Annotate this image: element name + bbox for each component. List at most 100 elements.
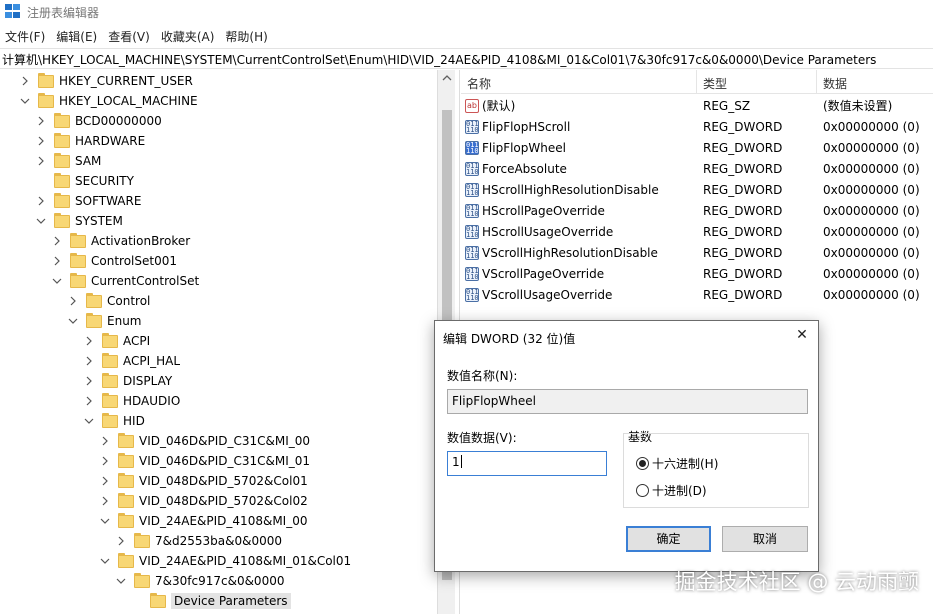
tree-item[interactable]: VID_046D&PID_C31C&MI_00 [100, 431, 310, 451]
tree-item-label: Device Parameters [171, 593, 291, 609]
tree-item[interactable]: Device Parameters [132, 591, 291, 611]
menu-file[interactable]: 文件(F) [0, 26, 51, 46]
tree-item[interactable]: VID_24AE&PID_4108&MI_00 [100, 511, 307, 531]
scroll-up-arrow-icon[interactable] [442, 74, 452, 82]
value-type: REG_DWORD [703, 203, 783, 218]
tree-item[interactable]: HID [84, 411, 145, 431]
chevron-right-icon[interactable] [100, 436, 110, 446]
tree-item[interactable]: ControlSet001 [52, 251, 177, 271]
tree-item[interactable]: HARDWARE [36, 131, 145, 151]
chevron-right-icon[interactable] [52, 236, 62, 246]
tree-item[interactable]: SYSTEM [36, 211, 123, 231]
tree-item[interactable]: ACPI [84, 331, 150, 351]
chevron-right-icon[interactable] [84, 396, 94, 406]
tree-item-label: ControlSet001 [91, 254, 177, 268]
chevron-down-icon[interactable] [52, 276, 62, 286]
column-header-type[interactable]: 类型 [697, 70, 817, 94]
chevron-down-icon[interactable] [84, 416, 94, 426]
folder-icon [54, 212, 70, 228]
chevron-down-icon[interactable] [36, 216, 46, 226]
radio-hex[interactable]: 十六进制(H) [636, 455, 718, 472]
list-row[interactable]: 011 110 FlipFlopWheel REG_DWORD 0x00000000 (… [461, 137, 933, 158]
cancel-button[interactable]: 取消 [722, 526, 808, 552]
list-row[interactable]: 011 110 HScrollUsageOverride REG_DWORD 0x000… [461, 221, 933, 242]
chevron-right-icon[interactable] [116, 536, 126, 546]
close-icon[interactable]: ✕ [794, 327, 810, 343]
list-row[interactable]: ab (默认) REG_SZ (数值未设置) [461, 95, 933, 116]
tree-item-label: ACPI [123, 334, 151, 348]
tree-item[interactable]: 7&30fc917c&0&0000 [116, 571, 284, 591]
tree-item[interactable]: Control [68, 291, 150, 311]
column-header-name[interactable]: 名称 [461, 70, 697, 94]
chevron-right-icon[interactable] [36, 156, 46, 166]
tree-item[interactable]: ACPI_HAL [84, 351, 180, 371]
tree-item[interactable]: 7&d2553ba&0&0000 [116, 531, 282, 551]
chevron-down-icon[interactable] [68, 316, 78, 326]
address-bar[interactable]: 计算机\HKEY_LOCAL_MACHINE\SYSTEM\CurrentCon… [0, 48, 933, 69]
column-header-data[interactable]: 数据 [817, 70, 933, 94]
chevron-right-icon[interactable] [100, 496, 110, 506]
tree-item[interactable]: ActivationBroker [52, 231, 190, 251]
list-row[interactable]: 011 110 VScrollHighResolutionDisable REG_DW… [461, 242, 933, 263]
tree-item[interactable]: HDAUDIO [84, 391, 180, 411]
list-row[interactable]: 011 110 HScrollHighResolutionDisable REG_DW… [461, 179, 933, 200]
tree-item-label: SYSTEM [75, 214, 123, 228]
chevron-right-icon[interactable] [36, 196, 46, 206]
chevron-right-icon[interactable] [68, 296, 78, 306]
menu-view[interactable]: 查看(V) [103, 26, 156, 46]
tree-item-label: VID_24AE&PID_4108&MI_01&Col01 [139, 554, 352, 568]
tree-item[interactable]: VID_048D&PID_5702&Col02 [100, 491, 308, 511]
list-row[interactable]: 011 110 VScrollPageOverride REG_DWORD 0x0000… [461, 263, 933, 284]
chevron-right-icon[interactable] [84, 336, 94, 346]
value-type: REG_DWORD [703, 245, 783, 260]
tree-item[interactable]: VID_24AE&PID_4108&MI_01&Col01 [100, 551, 351, 571]
tree-item[interactable]: SECURITY [36, 171, 134, 191]
folder-icon [102, 392, 118, 408]
value-data-input[interactable]: 1 [447, 451, 607, 476]
list-row[interactable]: 011 110 FlipFlopHScroll REG_DWORD 0x00000000… [461, 116, 933, 137]
folder-icon [118, 492, 134, 508]
chevron-right-icon[interactable] [84, 376, 94, 386]
list-row[interactable]: 011 110 VScrollUsageOverride REG_DWORD 0x000… [461, 284, 933, 305]
tree-item[interactable]: HKEY_CURRENT_USER [20, 71, 193, 91]
chevron-down-icon[interactable] [116, 576, 126, 586]
chevron-right-icon[interactable] [84, 356, 94, 366]
menu-edit[interactable]: 编辑(E) [51, 26, 103, 46]
tree-item[interactable]: VID_046D&PID_C31C&MI_01 [100, 451, 310, 471]
radio-dec-indicator[interactable] [636, 484, 649, 497]
value-data: 0x00000000 (0) [823, 119, 920, 134]
chevron-down-icon[interactable] [100, 556, 110, 566]
folder-icon [70, 272, 86, 288]
tree-item[interactable]: VID_048D&PID_5702&Col01 [100, 471, 308, 491]
menu-favorites[interactable]: 收藏夹(A) [156, 26, 221, 46]
radio-hex-indicator[interactable] [636, 457, 649, 470]
chevron-right-icon[interactable] [20, 76, 30, 86]
list-row[interactable]: 011 110 ForceAbsolute REG_DWORD 0x00000000 (… [461, 158, 933, 179]
tree-item[interactable]: SOFTWARE [36, 191, 141, 211]
tree-item[interactable]: CurrentControlSet [52, 271, 199, 291]
tree-item[interactable]: BCD00000000 [36, 111, 162, 131]
value-data: 0x00000000 (0) [823, 161, 920, 176]
value-data: 0x00000000 (0) [823, 224, 920, 239]
chevron-right-icon[interactable] [100, 456, 110, 466]
cell-name: ab (默认) [461, 97, 697, 114]
ok-button[interactable]: 确定 [626, 526, 711, 552]
list-row[interactable]: 011 110 HScrollPageOverride REG_DWORD 0x0000… [461, 200, 933, 221]
menu-help[interactable]: 帮助(H) [220, 26, 273, 46]
folder-icon [118, 432, 134, 448]
chevron-right-icon[interactable] [36, 116, 46, 126]
tree-item[interactable]: DISPLAY [84, 371, 172, 391]
chevron-right-icon[interactable] [100, 476, 110, 486]
binary-value-icon: 011 110 [465, 119, 479, 134]
radio-dec[interactable]: 十进制(D) [636, 482, 707, 499]
cell-name: 011 110 HScrollPageOverride [461, 203, 697, 218]
tree-item[interactable]: HKEY_LOCAL_MACHINE [20, 91, 198, 111]
folder-icon [118, 452, 134, 468]
chevron-down-icon[interactable] [20, 96, 30, 106]
folder-icon [54, 132, 70, 148]
chevron-right-icon[interactable] [36, 136, 46, 146]
tree-item[interactable]: Enum [68, 311, 141, 331]
tree-item[interactable]: SAM [36, 151, 101, 171]
chevron-right-icon[interactable] [52, 256, 62, 266]
chevron-down-icon[interactable] [100, 516, 110, 526]
